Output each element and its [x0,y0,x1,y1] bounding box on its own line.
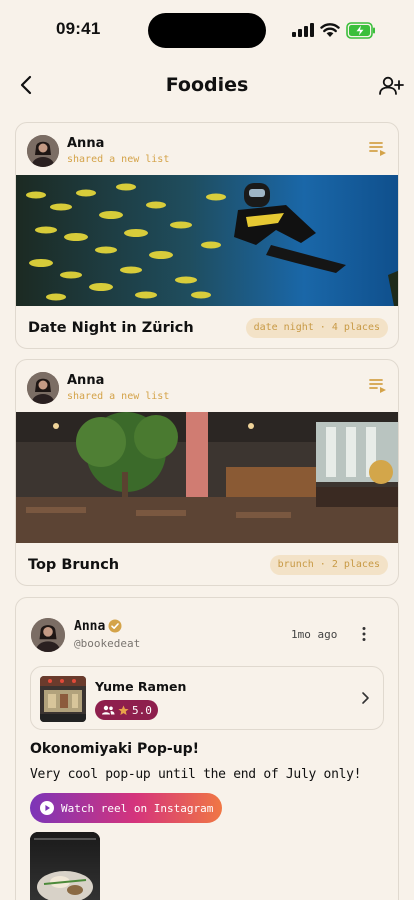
play-icon [40,801,54,815]
rating-value: 5.0 [132,703,152,717]
more-options-icon[interactable] [356,626,372,642]
post-title: Okonomiyaki Pop-up! [30,741,200,757]
star-icon [118,705,129,715]
rating-badge: 5.0 [95,700,158,720]
user-name[interactable]: Anna [67,136,104,151]
reel-thumbnail[interactable] [30,832,100,900]
watch-reel-label: Watch reel on Instagram [61,801,214,815]
list-tag: date night · 4 places [245,318,388,338]
restaurant-thumbnail [40,676,86,722]
restaurant-card[interactable]: Yume Ramen 5.0 [30,666,384,730]
avatar[interactable] [31,618,65,652]
status-time: 09:41 [56,19,101,38]
activity-text: shared a new list [67,154,170,165]
verified-badge-icon [108,619,122,633]
chevron-right-icon[interactable] [359,691,371,705]
list-title[interactable]: Date Night in Zürich [28,320,194,336]
shared-list-card[interactable]: Anna shared a new list [15,359,399,586]
battery-charging-icon [346,22,375,39]
list-tag: brunch · 2 places [269,555,388,575]
user-handle: @bookedeat [74,637,141,650]
group-icon [102,705,115,715]
list-cover-image[interactable] [16,412,398,543]
wifi-icon [320,23,340,37]
dynamic-island [148,13,266,48]
avatar[interactable] [27,135,59,167]
list-cover-image[interactable] [16,175,398,306]
playlist-icon [369,142,386,156]
card-footer: Date Night in Zürich date night · 4 plac… [16,306,398,348]
add-person-icon[interactable] [378,74,404,98]
card-footer: Top Brunch brunch · 2 places [16,543,398,585]
user-name[interactable]: Anna [74,619,105,634]
avatar[interactable] [27,372,59,404]
activity-text: shared a new list [67,391,170,402]
signal-icon [292,23,314,37]
restaurant-name: Yume Ramen [95,679,187,694]
post-card: Anna @bookedeat 1mo ago Yume Ramen 5.0 O… [15,597,399,900]
card-header: Anna shared a new list [16,360,398,412]
post-time: 1mo ago [291,628,338,641]
watch-reel-button[interactable]: Watch reel on Instagram [30,793,222,823]
user-name[interactable]: Anna [67,373,104,388]
page-title: Foodies [165,74,249,96]
post-body: Very cool pop-up until the end of July o… [30,767,362,782]
playlist-icon [369,379,386,393]
shared-list-card[interactable]: Anna shared a new list [15,122,399,349]
list-title[interactable]: Top Brunch [28,557,119,573]
navigation-bar: Foodies [0,66,414,106]
card-header: Anna shared a new list [16,123,398,175]
status-bar: 09:41 [0,0,414,62]
